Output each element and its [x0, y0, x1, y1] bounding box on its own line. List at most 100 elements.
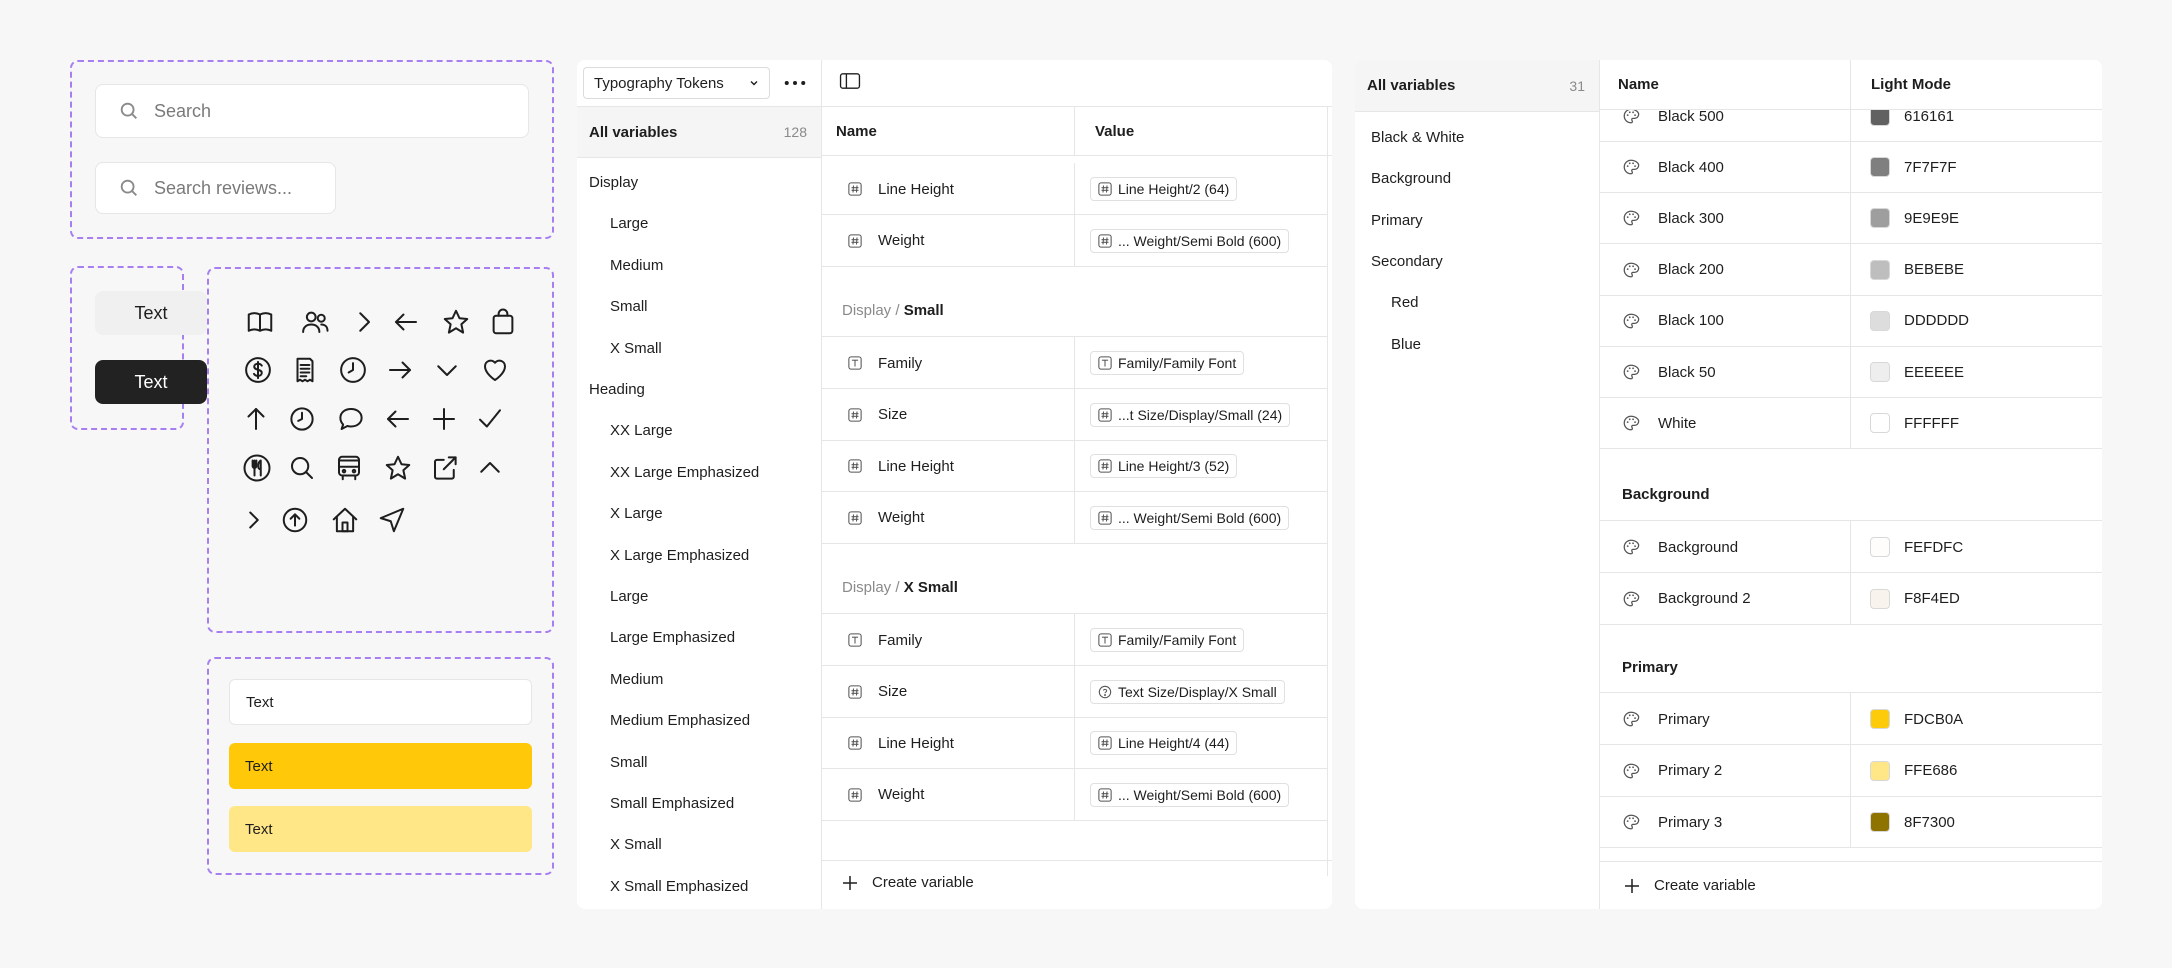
sidebar-item[interactable]: Primary — [1371, 212, 1423, 229]
sidebar-item[interactable]: X Large — [610, 505, 663, 522]
color-value-cell[interactable]: 7F7F7F — [1870, 141, 1957, 193]
alias-token[interactable]: Family/Family Font — [1090, 351, 1245, 375]
color-swatch[interactable] — [1870, 537, 1890, 557]
table-row[interactable]: Black 300 9E9E9E — [1600, 192, 2102, 245]
table-row[interactable]: Background 2 F8F4ED — [1600, 572, 2102, 625]
variable-value-cell[interactable]: Line Height/4 (44) — [1090, 717, 1238, 769]
sidebar-item[interactable]: X Small — [610, 340, 662, 357]
sidebar-item[interactable]: XX Large — [610, 422, 673, 439]
sidebar-item[interactable]: X Large Emphasized — [610, 547, 749, 564]
variable-value-cell[interactable]: ...t Size/Display/Small (24) — [1090, 389, 1291, 441]
sidebar-item[interactable]: Heading — [589, 381, 645, 398]
table-row[interactable]: Weight ... Weight/Semi Bold (600) — [822, 214, 1327, 267]
table-row[interactable]: Black 50 EEEEEE — [1600, 346, 2102, 398]
color-value-cell[interactable]: DDDDDD — [1870, 295, 1969, 347]
color-value-cell[interactable]: EEEEEE — [1870, 346, 1964, 398]
color-swatch[interactable] — [1870, 760, 1890, 781]
table-row[interactable]: Size ...t Size/Display/Small (24) — [822, 388, 1327, 441]
all-variables-item[interactable]: All variables 31 — [1355, 60, 1599, 112]
table-row[interactable]: Primary FDCB0A — [1600, 693, 2102, 745]
variable-value-cell[interactable]: Line Height/2 (64) — [1090, 163, 1238, 215]
sidebar-item[interactable]: Medium — [610, 257, 663, 274]
color-swatch[interactable] — [1870, 310, 1890, 331]
sidebar-item[interactable]: X Small Emphasized — [610, 878, 748, 895]
color-swatch[interactable] — [1870, 208, 1890, 229]
sidebar-item[interactable]: Red — [1391, 294, 1419, 311]
table-row[interactable]: Family Family/Family Font — [822, 614, 1327, 666]
more-options-button[interactable] — [782, 73, 808, 93]
sidebar-item[interactable]: Small Emphasized — [610, 795, 734, 812]
all-variables-item[interactable]: All variables 128 — [577, 106, 821, 158]
text-button-primary[interactable]: Text — [229, 743, 532, 789]
table-row[interactable]: Background FEFDFC — [1600, 521, 2102, 573]
color-value-cell[interactable]: F8F4ED — [1870, 573, 1960, 625]
table-row[interactable]: Primary 2 FFE686 — [1600, 744, 2102, 797]
toggle-sidebar-button[interactable] — [839, 72, 863, 92]
table-row[interactable]: Black 200 BEBEBE — [1600, 243, 2102, 296]
color-value-cell[interactable]: 9E9E9E — [1870, 192, 1959, 244]
table-row[interactable]: Black 100 DDDDDD — [1600, 294, 2102, 347]
sidebar-item[interactable]: Blue — [1391, 336, 1421, 353]
table-row[interactable]: Black 400 7F7F7F — [1600, 141, 2102, 194]
search-input[interactable]: Search — [95, 84, 529, 138]
color-swatch[interactable] — [1870, 709, 1890, 729]
text-chip-dark[interactable]: Text — [95, 360, 207, 404]
sidebar-item[interactable]: Background — [1371, 170, 1451, 187]
table-row[interactable]: Weight ... Weight/Semi Bold (600) — [822, 491, 1327, 544]
sidebar-item[interactable]: Large — [610, 215, 648, 232]
alias-token[interactable]: ...t Size/Display/Small (24) — [1090, 402, 1291, 427]
color-swatch[interactable] — [1870, 812, 1890, 832]
variable-value-cell[interactable]: ... Weight/Semi Bold (600) — [1090, 769, 1290, 821]
text-chip-light[interactable]: Text — [95, 291, 207, 335]
sidebar-item[interactable]: Secondary — [1371, 253, 1443, 270]
color-swatch[interactable] — [1870, 259, 1890, 280]
collection-select[interactable]: Typography Tokens — [583, 67, 770, 99]
sidebar-item[interactable]: Black & White — [1371, 129, 1464, 146]
variable-value-cell[interactable]: Family/Family Font — [1090, 614, 1245, 666]
sidebar-item[interactable]: Medium Emphasized — [610, 712, 750, 729]
text-button-outline[interactable]: Text — [229, 679, 532, 725]
alias-token[interactable]: Line Height/2 (64) — [1090, 177, 1238, 201]
variable-value-cell[interactable]: Line Height/3 (52) — [1090, 440, 1238, 492]
color-swatch[interactable] — [1870, 588, 1890, 609]
create-variable-button[interactable]: Create variable — [1624, 877, 1756, 894]
variable-value-cell[interactable]: ... Weight/Semi Bold (600) — [1090, 492, 1290, 544]
variable-value-cell[interactable]: ... Weight/Semi Bold (600) — [1090, 215, 1290, 267]
color-value-cell[interactable]: FEFDFC — [1870, 521, 1963, 573]
table-row[interactable]: Line Height Line Height/2 (64) — [822, 163, 1327, 215]
sidebar-item[interactable]: Medium — [610, 671, 663, 688]
text-button-secondary[interactable]: Text — [229, 806, 532, 852]
color-swatch[interactable] — [1870, 362, 1890, 382]
alias-token[interactable]: Text Size/Display/X Small — [1090, 679, 1285, 704]
table-row[interactable]: Primary 3 8F7300 — [1600, 796, 2102, 848]
color-value-cell[interactable]: FDCB0A — [1870, 693, 1963, 745]
sidebar-item[interactable]: Small — [610, 754, 648, 771]
alias-token[interactable]: Family/Family Font — [1090, 628, 1245, 652]
alias-token[interactable]: ... Weight/Semi Bold (600) — [1090, 782, 1290, 807]
color-value-cell[interactable]: FFE686 — [1870, 745, 1957, 797]
sidebar-item[interactable]: Display — [589, 174, 638, 191]
sidebar-item[interactable]: Large — [610, 588, 648, 605]
table-row[interactable]: Line Height Line Height/3 (52) — [822, 440, 1327, 492]
sidebar-item[interactable]: Small — [610, 298, 648, 315]
sidebar-item[interactable]: XX Large Emphasized — [610, 464, 759, 481]
table-row[interactable]: Family Family/Family Font — [822, 337, 1327, 389]
table-row[interactable]: Line Height Line Height/4 (44) — [822, 717, 1327, 769]
search-reviews-input[interactable]: Search reviews... — [95, 162, 336, 214]
variable-value-cell[interactable]: Text Size/Display/X Small — [1090, 666, 1285, 718]
color-value-cell[interactable]: FFFFFF — [1870, 397, 1959, 449]
sidebar-item[interactable]: Large Emphasized — [610, 629, 735, 646]
color-swatch[interactable] — [1870, 413, 1890, 434]
table-row[interactable]: Weight ... Weight/Semi Bold (600) — [822, 768, 1327, 821]
alias-token[interactable]: ... Weight/Semi Bold (600) — [1090, 228, 1290, 253]
color-swatch[interactable] — [1870, 157, 1890, 178]
color-value-cell[interactable]: 8F7300 — [1870, 796, 1955, 848]
alias-token[interactable]: Line Height/4 (44) — [1090, 731, 1238, 755]
alias-token[interactable]: Line Height/3 (52) — [1090, 454, 1238, 478]
create-variable-button[interactable]: Create variable — [842, 874, 974, 891]
sidebar-item[interactable]: X Small — [610, 836, 662, 853]
alias-token[interactable]: ... Weight/Semi Bold (600) — [1090, 505, 1290, 530]
table-row[interactable]: White FFFFFF — [1600, 397, 2102, 450]
table-row[interactable]: Size Text Size/Display/X Small — [822, 665, 1327, 718]
color-value-cell[interactable]: BEBEBE — [1870, 244, 1964, 296]
